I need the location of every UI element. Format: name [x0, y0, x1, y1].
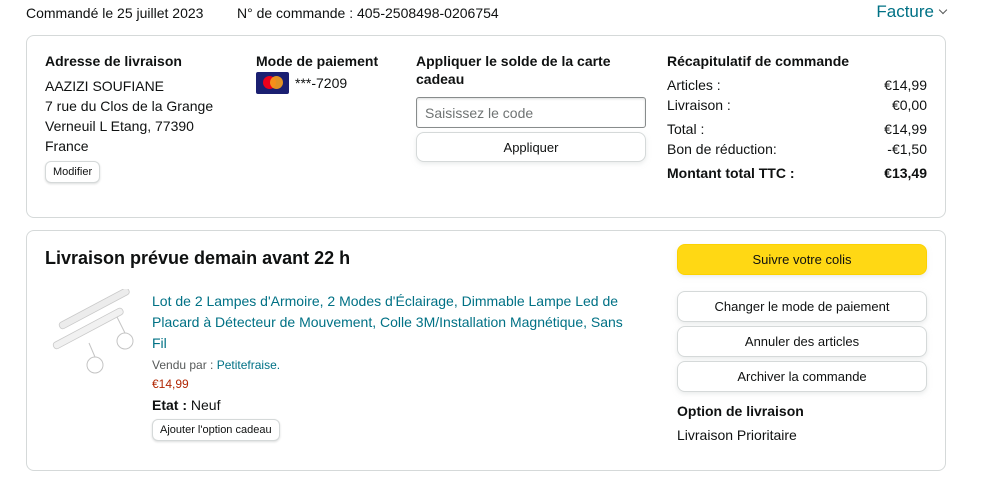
shipment-actions: Suivre votre colis Changer le mode de pa…: [677, 244, 927, 444]
cancel-items-button[interactable]: Annuler des articles: [677, 326, 927, 357]
order-details-card: Adresse de livraison AAZIZI SOUFIANE 7 r…: [26, 35, 946, 218]
track-package-button[interactable]: Suivre votre colis: [677, 244, 927, 275]
condition-value: Neuf: [190, 397, 221, 413]
shipping-address-section: Adresse de livraison AAZIZI SOUFIANE 7 r…: [45, 52, 213, 183]
grand-total-row: Montant total TTC : €13,49: [667, 163, 927, 183]
change-payment-button[interactable]: Changer le mode de paiement: [677, 291, 927, 322]
summary-row: Livraison : €0,00: [667, 95, 927, 115]
condition-label: Etat :: [152, 397, 187, 413]
edit-address-button[interactable]: Modifier: [45, 161, 101, 183]
delivery-estimate: Livraison prévue demain avant 22 h: [45, 248, 351, 268]
sold-by-label: Vendu par :: [152, 358, 214, 372]
shipment-card: Livraison prévue demain avant 22 h Lot d…: [26, 230, 946, 471]
summary-row: Total : €14,99: [667, 119, 927, 139]
payment-method-section: Mode de paiement ***-7209: [256, 52, 378, 94]
sold-by: Vendu par : Petitefraise.: [152, 357, 637, 373]
seller-link[interactable]: Petitefraise.: [217, 358, 280, 372]
delivery-option-value: Livraison Prioritaire: [677, 427, 797, 443]
product-price: €14,99: [152, 377, 189, 391]
address-line: France: [45, 138, 89, 154]
archive-order-button[interactable]: Archiver la commande: [677, 361, 927, 392]
apply-gift-card-button[interactable]: Appliquer: [416, 132, 646, 162]
address-line: 7 rue du Clos de la Grange: [45, 98, 214, 114]
order-date: Commandé le 25 juillet 2023: [26, 5, 204, 21]
summary-value: €14,99: [884, 121, 927, 137]
invoice-dropdown[interactable]: Facture: [876, 2, 948, 22]
summary-label: Articles :: [667, 77, 721, 93]
order-summary-section: Récapitulatif de commande Articles : €14…: [667, 52, 927, 183]
summary-row: Bon de réduction: -€1,50: [667, 139, 927, 159]
shipping-address-title: Adresse de livraison: [45, 53, 182, 69]
summary-value: €0,00: [891, 97, 927, 113]
address-line: Verneuil L Etang, 77390: [45, 118, 194, 134]
invoice-label: Facture: [876, 2, 934, 21]
card-number: ***-7209: [295, 75, 348, 91]
product-details: Lot de 2 Lampes d'Armoire, 2 Modes d'Écl…: [152, 291, 637, 441]
address-lines: AAZIZI SOUFIANE 7 rue du Clos de la Gran…: [45, 76, 213, 156]
product-image[interactable]: [45, 289, 141, 385]
add-gift-option-button[interactable]: Ajouter l'option cadeau: [152, 419, 280, 441]
summary-value: -€1,50: [887, 141, 927, 157]
summary-value: €14,99: [884, 77, 927, 93]
summary-label: Bon de réduction:: [667, 141, 777, 157]
payment-method-title: Mode de paiement: [256, 53, 379, 69]
grand-total-value: €13,49: [884, 165, 927, 181]
summary-label: Livraison :: [667, 97, 731, 113]
gift-code-input[interactable]: [416, 97, 646, 128]
chevron-down-icon: [938, 5, 948, 15]
mastercard-icon: [256, 72, 289, 94]
summary-row: Articles : €14,99: [667, 75, 927, 95]
order-number: N° de commande : 405-2508498-0206754: [237, 5, 499, 21]
grand-total-label: Montant total TTC :: [667, 165, 795, 181]
address-line: AAZIZI SOUFIANE: [45, 78, 165, 94]
order-summary-title: Récapitulatif de commande: [667, 53, 850, 69]
delivery-option-title: Option de livraison: [677, 403, 804, 419]
gift-card-title: Appliquer le solde de la carte cadeau: [416, 53, 611, 87]
product-condition: Etat : Neuf: [152, 395, 637, 415]
gift-card-section: Appliquer le solde de la carte cadeau Ap…: [416, 52, 648, 162]
product-title-link[interactable]: Lot de 2 Lampes d'Armoire, 2 Modes d'Écl…: [152, 291, 637, 354]
summary-label: Total :: [667, 121, 705, 137]
order-header: Commandé le 25 juillet 2023 N° de comman…: [26, 0, 948, 28]
